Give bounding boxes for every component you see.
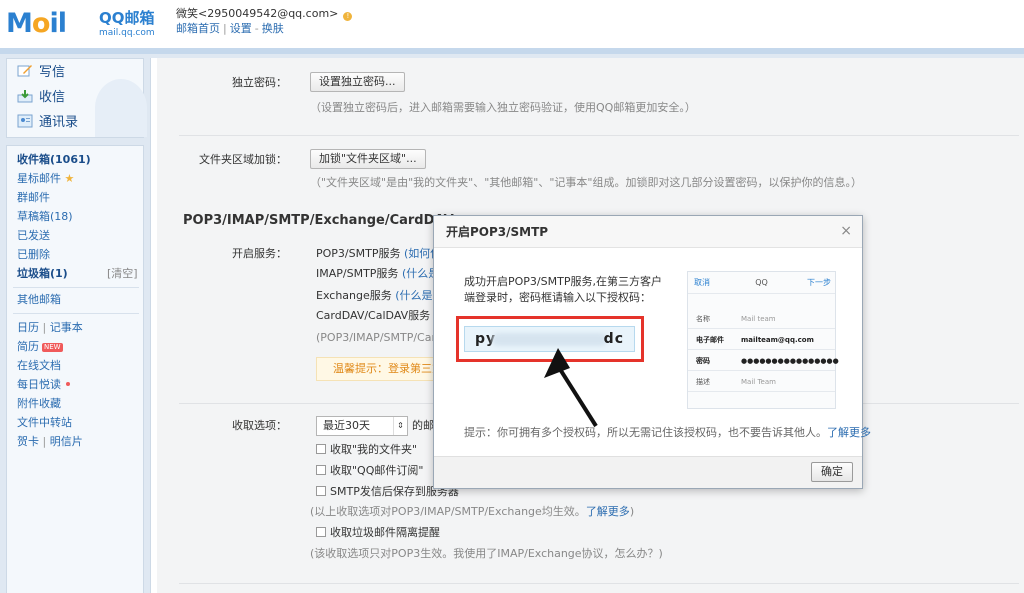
open-service-label: 开启服务： <box>232 247 287 260</box>
dialog-tip: 提示：你可拥有多个授权码，所以无需记住该授权码，也不要告诉其他人。了解更多 <box>464 426 871 439</box>
dialog-title: 开启POP3/SMTP <box>446 225 549 239</box>
vip-badge-icon[interactable]: ! <box>343 12 353 21</box>
svc-note: (POP3/IMAP/SMTP/CardD <box>316 331 452 344</box>
user-name: 微笑<2950049542@qq.com> <box>176 7 339 20</box>
folder-lock-label: 文件夹区域加锁： <box>199 153 287 166</box>
receive-label: 收信 <box>39 90 66 105</box>
top-header: Moil QQ邮箱 mail.qq.com 微笑<2950049542@qq.c… <box>0 0 1024 48</box>
contacts-icon <box>17 114 33 128</box>
checkbox[interactable] <box>316 444 326 454</box>
opt-junk-alert[interactable]: 收取垃圾邮件隔离提醒 <box>316 525 440 541</box>
logo-mark: Moil <box>6 8 67 39</box>
folder-other[interactable]: 其他邮箱 <box>17 292 61 308</box>
folder-sent[interactable]: 已发送 <box>17 228 50 244</box>
folder-drafts[interactable]: 草稿箱(18) <box>17 209 73 225</box>
set-password-button[interactable]: 设置独立密码... <box>310 72 405 92</box>
app-attachments[interactable]: 附件收藏 <box>17 396 61 412</box>
nav-actions: 写信 收信 通讯录 <box>6 58 147 138</box>
learn-more-link[interactable]: 了解更多 <box>586 505 630 518</box>
checkbox[interactable] <box>316 465 326 475</box>
receive-icon <box>17 90 33 103</box>
folder-list: 收件箱(1061) 星标邮件 ★ 群邮件 草稿箱(18) 已发送 已删除 垃圾箱… <box>6 145 144 593</box>
svc-carddav: CardDAV/CalDAV服务 (什 <box>316 308 449 324</box>
app-calendar-notes: 日历 | 记事本 <box>17 321 83 334</box>
top-links: 邮箱首页 | 设置 - 换肤 <box>176 22 284 35</box>
preview-row: 电子邮件 mailteam@qq.com <box>688 330 835 350</box>
star-icon: ★ <box>64 172 75 185</box>
dialog-learn-more-link[interactable]: 了解更多 <box>827 426 871 439</box>
dialog-footer: 确定 <box>434 456 862 488</box>
checkbox[interactable] <box>316 527 326 537</box>
app-docs[interactable]: 在线文档 <box>17 358 61 374</box>
pwd-hint: （设置独立密码后，进入邮箱需要输入独立密码验证，使用QQ邮箱更加安全。） <box>310 101 696 114</box>
header-divider <box>0 48 1024 54</box>
receive-options-label: 收取选项： <box>232 419 287 432</box>
pop-section-title: POP3/IMAP/SMTP/Exchange/CardDAV <box>183 213 454 228</box>
link-settings[interactable]: 设置 <box>230 22 252 35</box>
opt-my-folders[interactable]: 收取"我的文件夹" <box>316 442 417 458</box>
app-greeting-card[interactable]: 贺卡 <box>17 435 39 448</box>
client-config-preview: 取消 QQ 下一步 名称 Mail team 电子邮件 mailteam@qq.co… <box>687 271 839 409</box>
preview-row: 描述 Mail Team <box>688 372 835 392</box>
svc-imap: IMAP/SMTP服务 (什么是 I <box>316 267 446 280</box>
receive-button[interactable]: 收信 <box>17 88 65 108</box>
close-icon[interactable]: × <box>840 223 852 239</box>
clear-junk-link[interactable]: [清空] <box>107 266 138 282</box>
auth-code-end: dc <box>603 331 624 347</box>
qq-mail-logo[interactable]: Moil QQ邮箱 mail.qq.com <box>6 6 162 42</box>
compose-label: 写信 <box>39 65 66 80</box>
compose-button[interactable]: 写信 <box>17 63 65 83</box>
select-arrow-icon: ⇕ <box>393 417 407 435</box>
app-transfer[interactable]: 文件中转站 <box>17 415 72 431</box>
preview-row: 名称 Mail team <box>688 309 835 329</box>
folder-inbox[interactable]: 收件箱(1061) <box>17 152 91 168</box>
svc-pop3: POP3/SMTP服务 (如何使用 <box>316 247 453 260</box>
unread-dot-icon <box>66 382 70 386</box>
app-postcard[interactable]: 明信片 <box>50 435 83 448</box>
pwd-label: 独立密码： <box>232 76 287 89</box>
dialog-header: 开启POP3/SMTP × <box>434 216 862 248</box>
checkbox[interactable] <box>316 486 326 496</box>
folder-deleted[interactable]: 已删除 <box>17 247 50 263</box>
folder-lock-hint: （"文件夹区域"是由"我的文件夹"、"其他邮箱"、"记事本"组成。加锁即对这几部… <box>310 176 862 189</box>
new-badge: NEW <box>42 343 63 352</box>
preview-row: 密码 ●●●●●●●●●●●●●●●● <box>688 351 839 371</box>
app-notes[interactable]: 记事本 <box>50 321 83 334</box>
pointer-arrow-icon <box>544 348 598 428</box>
app-cards: 贺卡 | 明信片 <box>17 435 83 448</box>
svc-exchange: Exchange服务 (什么是Exc <box>316 289 452 302</box>
logo-brand: QQ邮箱 <box>99 9 155 27</box>
link-skin[interactable]: 换肤 <box>262 22 284 35</box>
app-daily[interactable]: 每日悦读 <box>17 377 70 393</box>
confirm-button[interactable]: 确定 <box>811 462 853 482</box>
contacts-button[interactable]: 通讯录 <box>17 113 78 133</box>
contacts-label: 通讯录 <box>39 115 79 130</box>
dialog-message: 成功开启POP3/SMTP服务,在第三方客户端登录时，密码框请输入以下授权码： <box>464 275 662 304</box>
pop3-smtp-dialog: 开启POP3/SMTP × 成功开启POP3/SMTP服务,在第三方客户端登录时… <box>433 215 871 489</box>
preview-header: 取消 QQ 下一步 <box>688 272 835 294</box>
folder-group[interactable]: 群邮件 <box>17 190 50 206</box>
opt-qq-subscription[interactable]: 收取"QQ邮件订阅" <box>316 463 423 479</box>
logo-domain: mail.qq.com <box>99 28 155 38</box>
warm-tip-banner: 温馨提示：登录第三方客 <box>316 357 446 381</box>
link-home[interactable]: 邮箱首页 <box>176 22 220 35</box>
receive-range-select[interactable]: 最近30天 ⇕ <box>316 416 408 436</box>
user-identity: 微笑<2950049542@qq.com>! <box>176 7 353 21</box>
folder-junk[interactable]: 垃圾箱(1) <box>17 266 68 282</box>
app-resume[interactable]: 简历 NEW <box>17 339 63 355</box>
folder-starred[interactable]: 星标邮件 ★ <box>17 171 74 187</box>
lock-folder-button[interactable]: 加锁"文件夹区域"... <box>310 149 426 169</box>
receive-note: (以上收取选项对POP3/IMAP/SMTP/Exchange均生效。了解更多) <box>310 505 635 518</box>
app-calendar[interactable]: 日历 <box>17 321 39 334</box>
compose-icon <box>17 65 32 77</box>
penguin-decoration <box>95 79 147 137</box>
pop3-note: (该收取选项只对POP3生效。我使用了IMAP/Exchange协议，怎么办？) <box>310 547 663 560</box>
